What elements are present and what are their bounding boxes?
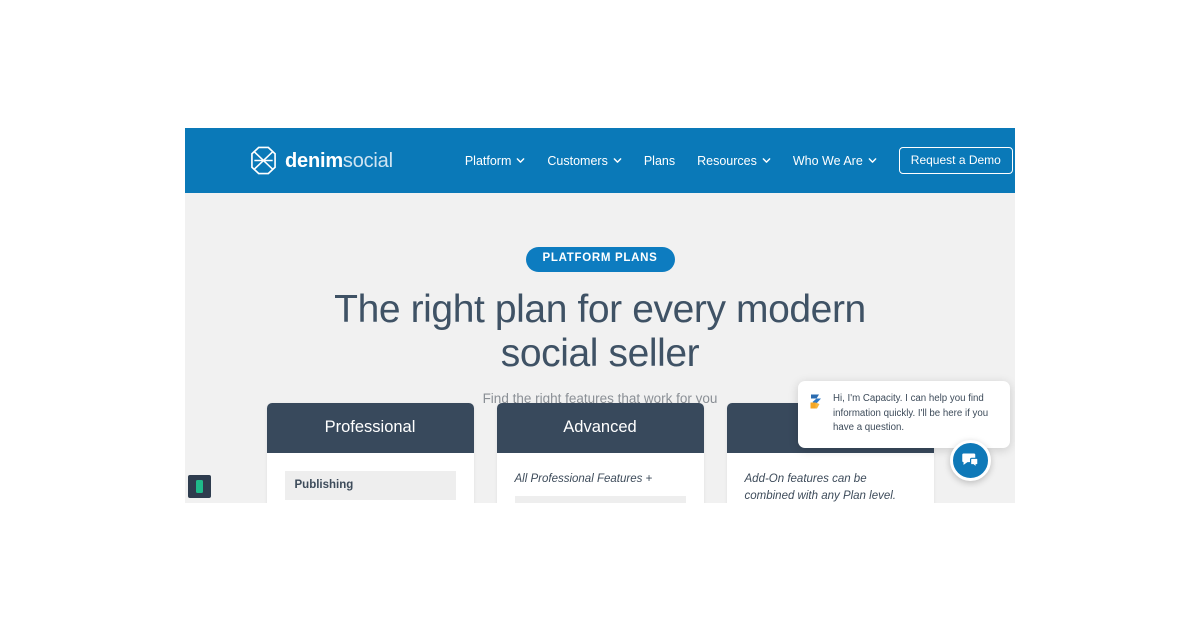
browser-viewport: denimsocial Platform Customers Plans Res… bbox=[185, 128, 1015, 503]
brand-name-light: social bbox=[342, 149, 393, 172]
plan-body-professional: Publishing bbox=[267, 453, 474, 504]
plan-feature-row bbox=[514, 496, 686, 503]
headline-line-2: social seller bbox=[500, 332, 700, 376]
nav-item-plans[interactable]: Plans bbox=[644, 154, 675, 168]
plan-card-advanced[interactable]: Advanced All Professional Features + bbox=[496, 403, 704, 503]
chat-launcher-button[interactable] bbox=[950, 440, 991, 481]
chat-bubble-icon bbox=[962, 453, 979, 469]
chat-greeting-message: Hi, I'm Capacity. I can help you find in… bbox=[833, 393, 989, 434]
plan-body-addons: Add-On features can be combined with any… bbox=[727, 453, 934, 504]
headline-line-1: The right plan for every modern bbox=[334, 287, 866, 331]
chevron-down-icon bbox=[762, 158, 771, 163]
nav-item-who-we-are[interactable]: Who We Are bbox=[793, 154, 877, 168]
denim-hexagon-hourglass-icon bbox=[251, 146, 276, 175]
plan-title-professional: Professional bbox=[266, 403, 474, 453]
site-header: denimsocial Platform Customers Plans Res… bbox=[185, 128, 1015, 193]
brand-wordmark: denimsocial bbox=[285, 151, 393, 171]
chevron-down-icon bbox=[613, 158, 622, 163]
plan-body-advanced: All Professional Features + bbox=[497, 453, 704, 503]
nav-label-customers: Customers bbox=[547, 153, 608, 168]
request-demo-button[interactable]: Request a Demo bbox=[898, 147, 1013, 174]
nav-label-platform: Platform bbox=[464, 153, 512, 168]
page-title: The right plan for every modern social s… bbox=[185, 288, 1015, 378]
accessibility-bar-icon bbox=[196, 480, 203, 493]
chevron-down-icon bbox=[868, 158, 877, 163]
accessibility-widget-button[interactable] bbox=[188, 475, 211, 498]
nav-item-resources[interactable]: Resources bbox=[697, 154, 771, 168]
chevron-down-icon bbox=[517, 158, 525, 163]
brand-name-bold: denim bbox=[285, 149, 343, 172]
page-canvas: denimsocial Platform Customers Plans Res… bbox=[0, 0, 1200, 630]
nav-item-customers[interactable]: Customers bbox=[547, 153, 622, 168]
capacity-logo-icon bbox=[810, 394, 821, 409]
plan-note-advanced: All Professional Features + bbox=[514, 472, 653, 485]
nav-item-platform[interactable]: Platform bbox=[465, 154, 526, 168]
nav-label-who-we-are: Who We Are bbox=[792, 153, 863, 168]
nav-label-plans: Plans bbox=[643, 153, 676, 168]
logo-link[interactable]: denimsocial bbox=[250, 146, 393, 175]
plan-note-addons: Add-On features can be combined with any… bbox=[744, 472, 897, 503]
chat-greeting-popup[interactable]: Hi, I'm Capacity. I can help you find in… bbox=[798, 381, 1010, 449]
plan-feature-row: Publishing bbox=[284, 470, 456, 501]
plan-title-advanced: Advanced bbox=[496, 403, 704, 453]
eyebrow-badge: PLATFORM PLANS bbox=[525, 247, 675, 272]
nav-label-resources: Resources bbox=[697, 153, 757, 168]
primary-navigation: Platform Customers Plans Resources Who W… bbox=[465, 147, 1015, 174]
plan-card-professional[interactable]: Professional Publishing bbox=[266, 403, 474, 504]
